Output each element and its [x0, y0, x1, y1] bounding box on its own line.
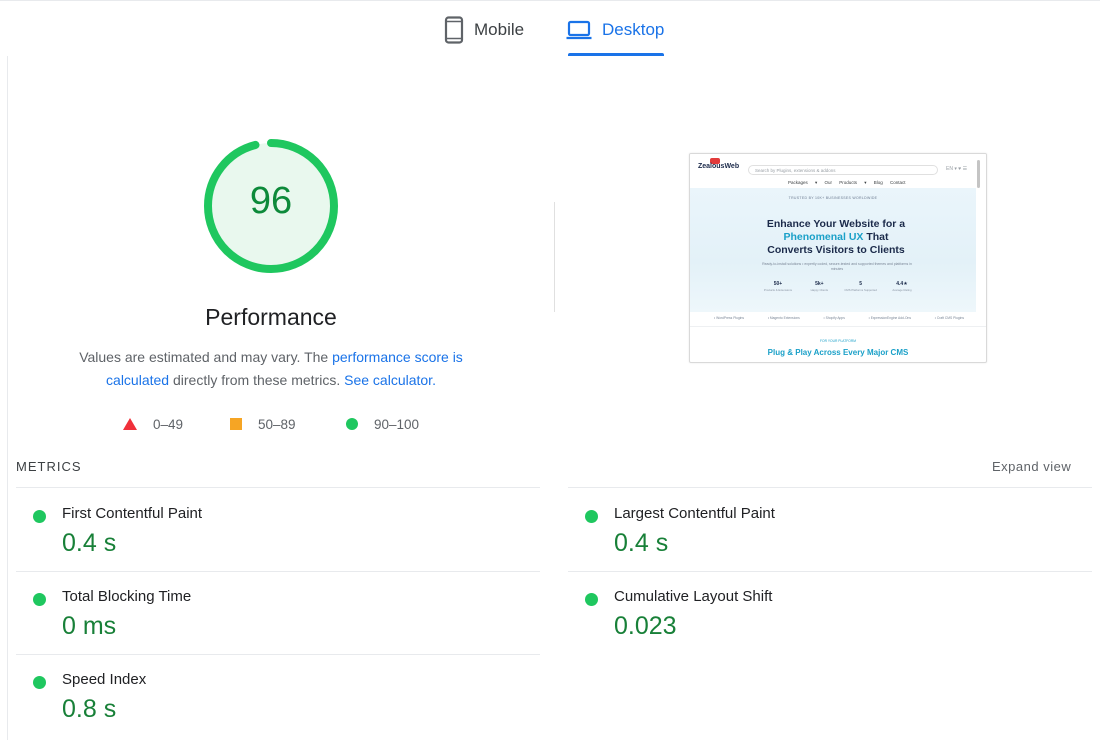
- divider: [568, 487, 1092, 488]
- see-calculator-link[interactable]: See calculator.: [344, 372, 436, 388]
- thumb-scrollbar: [977, 160, 980, 188]
- thumb-section-title: Plug & Play Across Every Major CMS: [767, 348, 909, 357]
- legend-range: 0–49: [153, 416, 184, 432]
- thumb-stat: 50+ Products & Extensions: [760, 281, 796, 292]
- thumb-stat: 4.4★ Average Rating: [884, 281, 920, 292]
- thumb-subtext: Ready-to-install solutions • expertly co…: [762, 262, 912, 271]
- description-text-1: Values are estimated and may vary. The: [79, 349, 333, 365]
- thumb-headline: Enhance Your Website for a Phenomenal UX…: [690, 218, 982, 257]
- metric-speed-index: Speed Index 0.8 s: [16, 668, 516, 748]
- legend-range: 90–100: [374, 416, 420, 432]
- expand-view-button[interactable]: Expand view: [992, 459, 1071, 474]
- square-icon: [230, 418, 242, 430]
- good-status-circle-icon: [585, 510, 598, 523]
- thumb-stat-caption: Average Rating: [892, 288, 912, 292]
- legend-item-average: 50–89: [230, 414, 296, 434]
- thumb-stat: 5k+ Happy Clients: [801, 281, 837, 292]
- legend-item-poor: 0–49: [123, 414, 183, 434]
- performance-description: Values are estimated and may vary. The p…: [60, 346, 482, 392]
- metric-value: 0.4 s: [614, 529, 669, 557]
- tab-mobile-label: Mobile: [474, 20, 525, 39]
- metric-name: First Contentful Paint: [62, 505, 203, 522]
- thumb-headline-line-1: Enhance Your Website for a: [766, 218, 906, 230]
- smartphone-icon: [444, 16, 464, 44]
- divider: [16, 654, 540, 655]
- metric-value: 0 ms: [62, 612, 117, 640]
- thumb-stats: 50+ Products & Extensions 5k+ Happy Client…: [760, 281, 920, 292]
- tab-desktop[interactable]: Desktop: [566, 15, 664, 45]
- thumb-separator: [690, 326, 986, 327]
- thumb-stat-caption: Happy Clients: [810, 288, 829, 292]
- thumb-headline-accent: Phenomenal UX: [783, 231, 864, 243]
- metric-name: Speed Index: [62, 671, 147, 688]
- panel-border: [7, 56, 8, 740]
- tab-mobile[interactable]: Mobile: [444, 15, 524, 45]
- thumb-stat-value: 5k+: [815, 281, 824, 287]
- thumb-section-kicker: FOR YOUR PLATFORM: [820, 339, 856, 343]
- good-status-circle-icon: [33, 510, 46, 523]
- good-status-circle-icon: [33, 593, 46, 606]
- thumb-logo: ZealousWeb: [698, 163, 740, 170]
- page-screenshot-thumbnail: ZealousWeb Search by Plugins, extensions…: [689, 153, 987, 363]
- metric-value: 0.8 s: [62, 695, 117, 723]
- metric-largest-contentful-paint: Largest Contentful Paint 0.4 s: [568, 502, 1068, 582]
- metric-name: Cumulative Layout Shift: [614, 588, 773, 605]
- thumb-stat: 5 CMS Platforms Supported: [843, 281, 879, 292]
- thumb-search-bar: Search by Plugins, extensions & addons: [748, 165, 938, 175]
- thumb-headline-line-2: That: [863, 231, 889, 243]
- metric-name: Largest Contentful Paint: [614, 505, 775, 522]
- metric-value: 0.023: [614, 612, 677, 640]
- center-divider: [554, 202, 555, 312]
- thumb-plugin-item: • ExpressionEngine Add-Ons: [868, 316, 912, 320]
- thumb-plugin-item: • Magento Extensions: [767, 316, 800, 320]
- laptop-icon: [566, 20, 592, 40]
- performance-score-value: 96: [249, 180, 293, 222]
- tab-desktop-label: Desktop: [602, 20, 665, 39]
- circle-icon: [346, 418, 358, 430]
- legend-range: 50–89: [258, 416, 296, 432]
- thumb-plugin-item: • WordPress Plugins: [714, 316, 745, 320]
- legend-item-good: 90–100: [346, 414, 419, 434]
- triangle-icon: [123, 418, 137, 430]
- thumb-stat-caption: Products & Extensions: [763, 288, 793, 292]
- description-text-2: directly from these metrics.: [169, 372, 345, 388]
- thumb-plugin-item: • Craft CMS Plugins: [934, 316, 964, 320]
- metric-cumulative-layout-shift: Cumulative Layout Shift 0.023: [568, 585, 1068, 665]
- metric-name: Total Blocking Time: [62, 588, 192, 605]
- thumb-headline-line-3: Converts Visitors to Clients: [767, 244, 905, 256]
- device-tabs: Mobile Desktop: [0, 0, 1100, 57]
- thumb-nav: Packages ▾ Our Products ▾ Blog Contact: [788, 180, 906, 185]
- good-status-circle-icon: [585, 593, 598, 606]
- metric-first-contentful-paint: First Contentful Paint 0.4 s: [16, 502, 516, 582]
- performance-title: Performance: [205, 304, 337, 330]
- active-tab-indicator: [568, 53, 664, 56]
- thumb-stat-value: 5: [859, 281, 863, 287]
- thumb-kicker: TRUSTED BY 10K+ BUSINESSES WORLDWIDE: [788, 196, 878, 200]
- thumb-plugin-list: • WordPress Plugins • Magento Extensions…: [714, 316, 964, 320]
- metric-value: 0.4 s: [62, 529, 117, 557]
- thumb-stat-value: 50+: [773, 281, 783, 287]
- thumb-header: ZealousWeb Search by Plugins, extensions…: [690, 154, 986, 186]
- metric-total-blocking-time: Total Blocking Time 0 ms: [16, 585, 516, 665]
- thumb-stat-caption: CMS Platforms Supported: [844, 288, 877, 292]
- thumb-header-icons: EN ▾ ♥ ☰: [946, 166, 968, 172]
- divider: [568, 571, 1092, 572]
- divider: [16, 487, 540, 488]
- divider: [16, 571, 540, 572]
- thumb-plugin-item: • Shopify Apps: [823, 316, 845, 320]
- good-status-circle-icon: [33, 676, 46, 689]
- metrics-heading: METRICS: [16, 459, 82, 474]
- thumb-stat-value: 4.4★: [896, 281, 908, 287]
